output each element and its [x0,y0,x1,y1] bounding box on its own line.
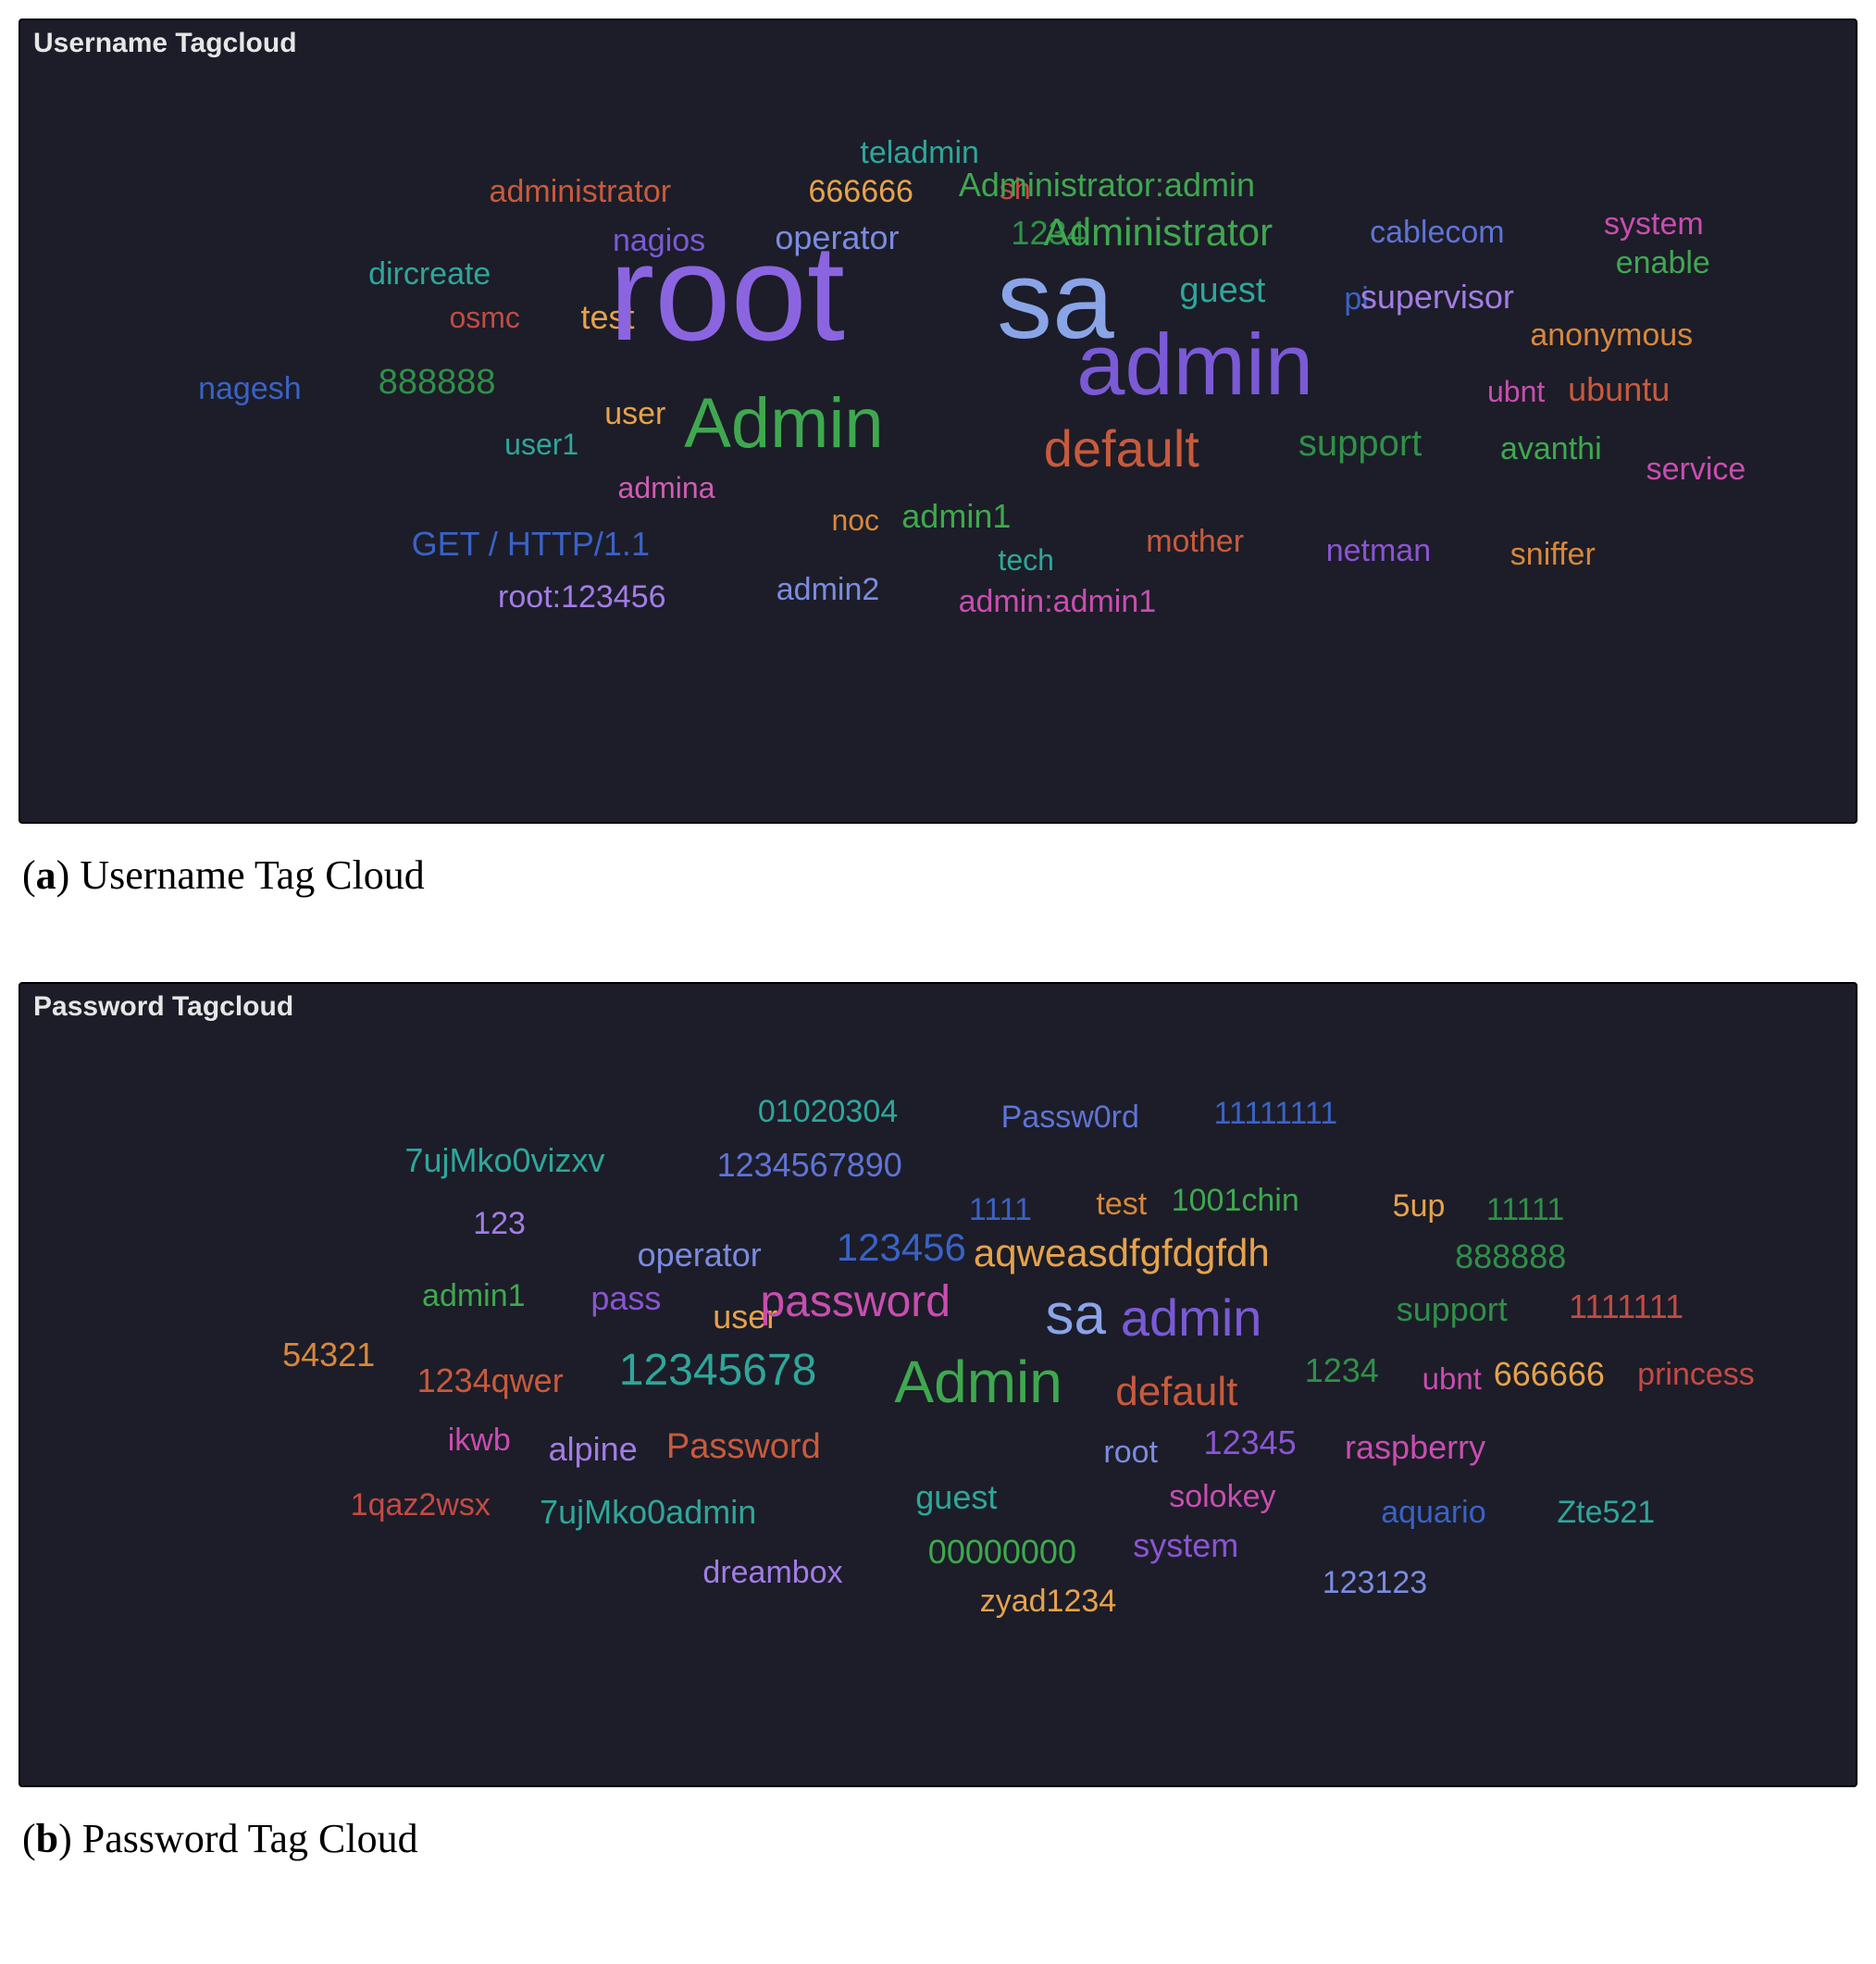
caption-b-prefix: b [36,1816,58,1861]
tag-1111111: 1111111 [1569,1290,1683,1324]
tag-admin1: admin1 [422,1280,526,1311]
tag-aquario: aquario [1381,1497,1485,1528]
tag-dreambox: dreambox [702,1557,842,1588]
tag-root: root [1103,1436,1158,1468]
tag-administrator-admin: Administrator:admin [959,168,1255,202]
caption-a-text: Username Tag Cloud [69,852,424,898]
tag-root: root [609,225,845,362]
tag-ubnt: ubnt [1487,377,1545,406]
tag-password: password [761,1280,950,1324]
tag-zyad1234: zyad1234 [980,1585,1116,1617]
tag-admin: admin [1076,321,1313,408]
tag-7ujmko0vizxv: 7ujMko0vizxv [404,1144,604,1177]
tag-get-http-1-1: GET / HTTP/1.1 [412,528,650,561]
tag-enable: enable [1616,247,1710,279]
tag-666666: 666666 [808,176,913,207]
tag-sniffer: sniffer [1510,539,1596,570]
tag-admin1: admin1 [901,500,1011,533]
tag-supervisor: supervisor [1360,280,1514,314]
tag-11111111: 11111111 [1214,1098,1338,1129]
tag-default: default [1044,423,1199,475]
tag-system: system [1133,1529,1238,1562]
tag-12345678: 12345678 [619,1349,817,1393]
tag-123456: 123456 [837,1228,966,1267]
tag-system: system [1604,208,1704,240]
tag-teladmin: teladmin [860,137,979,168]
tag-user1: user1 [504,429,578,459]
tag-support: support [1298,425,1422,462]
tag-password: Password [666,1429,821,1464]
tag-alpine: alpine [549,1433,638,1466]
tag-admina: admina [618,473,715,503]
tag-cablecom: cablecom [1370,217,1505,248]
tag-operator: operator [638,1238,762,1272]
tag-anonymous: anonymous [1530,319,1693,351]
tag-888888: 888888 [379,365,496,400]
tag-solokey: solokey [1169,1481,1275,1512]
tag-princess: princess [1637,1359,1755,1390]
tag-administrator: administrator [490,176,672,207]
tag-pass: pass [590,1282,661,1315]
tag-aqweasdfgfdgfdh: aqweasdfgfdgfdh [974,1234,1270,1273]
tag-123123: 123123 [1323,1567,1427,1598]
tag-888888: 888888 [1455,1240,1566,1274]
tag-test: test [1096,1188,1147,1220]
caption-b: (b) Password Tag Cloud [22,1815,1857,1862]
tag-tech: tech [998,545,1053,575]
tag-admin-admin1: admin:admin1 [959,586,1157,617]
caption-a: (a) Username Tag Cloud [22,851,1857,899]
tag-54321: 54321 [282,1338,375,1372]
tag-netman: netman [1326,535,1431,566]
tag-guest: guest [915,1481,997,1514]
username-tagcloud: teladminadministrator666666shAdministrat… [20,20,1856,822]
tag-1234567890: 1234567890 [717,1149,902,1182]
tag-default: default [1115,1372,1237,1412]
tag-00000000: 00000000 [928,1535,1076,1569]
tag-sa: sa [1045,1287,1105,1344]
tag-dircreate: dircreate [368,258,491,290]
tag-root-123456: root:123456 [498,581,666,613]
tag-passw0rd: Passw0rd [1001,1101,1139,1133]
tag-zte521: Zte521 [1557,1497,1655,1528]
tag-1001chin: 1001chin [1172,1185,1299,1216]
tag-1234qwer: 1234qwer [417,1364,564,1398]
password-tagcloud-panel: Password Tagcloud 01020304Passw0rd111111… [19,982,1857,1787]
tag-admin2: admin2 [776,574,880,605]
tag-admin: admin [1121,1292,1262,1344]
tag-7ujmko0admin: 7ujMko0admin [540,1496,756,1529]
tag-ubuntu: ubuntu [1568,373,1670,406]
tag-service: service [1646,454,1746,485]
username-tagcloud-panel: Username Tagcloud teladminadministrator6… [19,19,1857,824]
tag-ubnt: ubnt [1423,1363,1482,1394]
tag-123: 123 [473,1208,526,1239]
tag-ikwb: ikwb [448,1424,511,1456]
tag-1qaz2wsx: 1qaz2wsx [351,1489,491,1521]
tag-noc: noc [831,505,879,535]
tag-1111: 1111 [969,1194,1032,1225]
tag-mother: mother [1146,526,1244,557]
tag-admin: Admin [684,389,883,459]
tag-user: user [604,398,665,429]
caption-a-prefix: a [36,852,56,898]
tag-guest: guest [1179,273,1265,308]
tag-nagesh: nagesh [198,373,302,404]
tag-osmc: osmc [449,303,519,332]
tag-raspberry: raspberry [1345,1431,1485,1464]
tag-666666: 666666 [1494,1358,1605,1391]
tag-11111: 11111 [1486,1194,1564,1225]
tag-01020304: 01020304 [758,1096,898,1127]
tag-1234: 1234 [1305,1354,1379,1387]
tag-support: support [1397,1293,1508,1326]
caption-b-text: Password Tag Cloud [72,1816,418,1861]
tag-admin: Admin [894,1352,1062,1411]
tag-avanthi: avanthi [1500,433,1602,465]
tag-12345: 12345 [1204,1426,1297,1460]
tag-5up: 5up [1393,1190,1446,1222]
password-tagcloud: 01020304 Passw0rd 11111111 7ujMko0vizxv 1234… [20,984,1856,1785]
